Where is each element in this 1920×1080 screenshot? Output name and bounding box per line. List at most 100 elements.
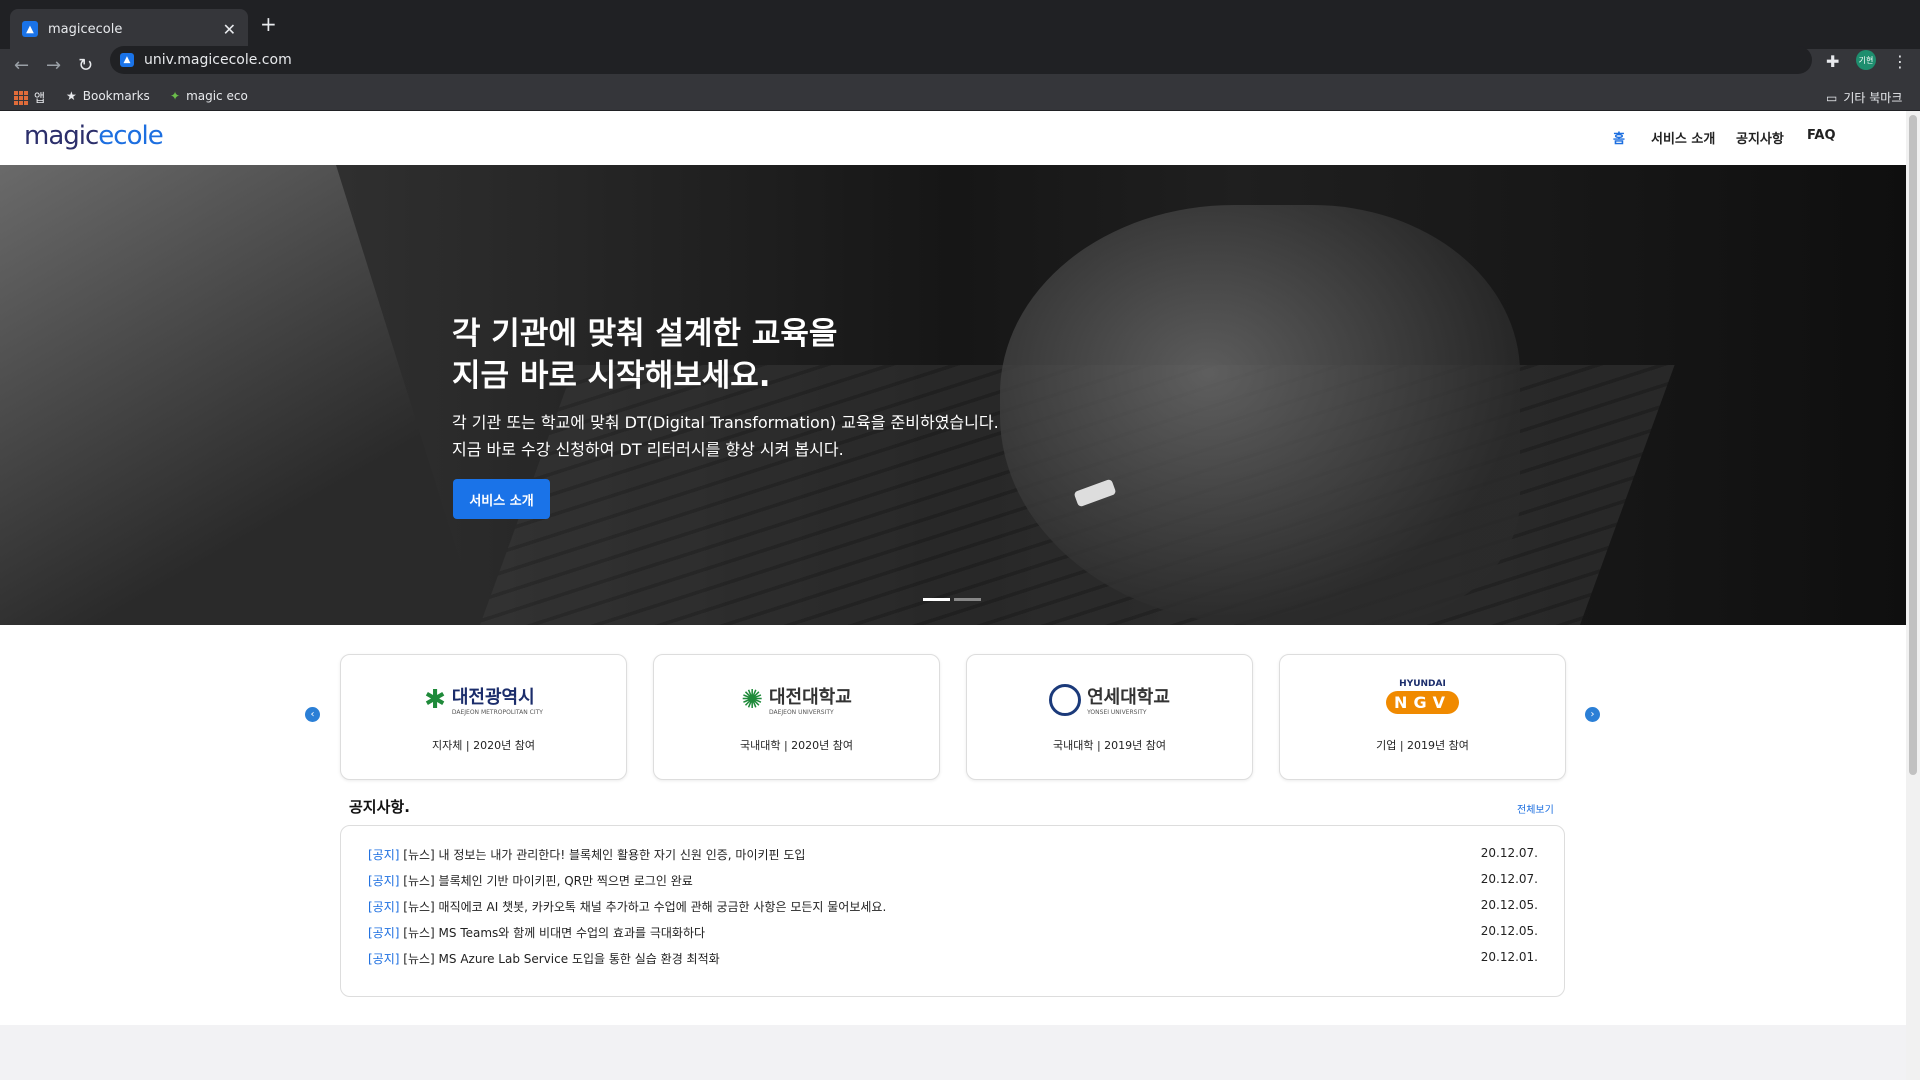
browser-tab[interactable]: ▲ magicecole ✕ xyxy=(10,9,248,49)
partner-caption: 국내대학 | 2019년 참여 xyxy=(1052,739,1167,752)
partners-prev-icon[interactable]: ‹ xyxy=(305,707,320,722)
notice-tag: [공지] xyxy=(368,848,400,862)
bookmark-magic-eco[interactable]: ✦ magic eco xyxy=(170,89,248,103)
hero-desc-line: 각 기관 또는 학교에 맞춰 DT(Digital Transformation… xyxy=(452,413,999,432)
logo-part-1: magic xyxy=(24,121,99,151)
notice-date: 20.12.01. xyxy=(1480,950,1538,964)
hero-banner: 각 기관에 맞춰 설계한 교육을 지금 바로 시작해보세요. 각 기관 또는 학… xyxy=(0,165,1906,625)
partner-logo: 연세대학교 YONSEI UNIVERSITY xyxy=(967,683,1252,716)
hero-desc-line: 지금 바로 수강 신청하여 DT 리터러시를 향상 시켜 봅시다. xyxy=(452,440,844,459)
notice-text: [뉴스] MS Teams와 함께 비대면 수업의 효과를 극대화하다 xyxy=(403,926,706,940)
partner-card[interactable]: ✱ 대전광역시 DAEJEON METROPOLITAN CITY 지자체 | 2… xyxy=(340,654,627,780)
carousel-indicators xyxy=(923,598,981,601)
magic-eco-icon: ✦ xyxy=(170,89,181,103)
daejeon-univ-emblem-icon: ✺ xyxy=(741,684,763,715)
apps-grid-icon xyxy=(14,90,28,105)
browser-tab-bar: ▲ magicecole ✕ + xyxy=(0,0,1920,49)
notice-text: [뉴스] 내 정보는 내가 관리한다! 블록체인 활용한 자기 신원 인증, 마… xyxy=(403,848,806,862)
partners-next-icon[interactable]: › xyxy=(1585,707,1600,722)
reload-icon[interactable]: ↻ xyxy=(78,55,93,76)
hero-title-line: 지금 바로 시작해보세요. xyxy=(452,358,771,394)
partner-card[interactable]: 연세대학교 YONSEI UNIVERSITY 국내대학 | 2019년 참여 xyxy=(966,654,1253,780)
partner-caption: 지자체 | 2020년 참여 xyxy=(432,739,535,752)
bookmark-label: 앱 xyxy=(34,91,46,105)
nav-faq[interactable]: FAQ xyxy=(1807,128,1836,143)
bookmark-label: 기타 북마크 xyxy=(1843,91,1903,105)
notice-see-all-link[interactable]: 전체보기 xyxy=(1517,801,1554,816)
notice-tag: [공지] xyxy=(368,900,400,914)
notice-item[interactable]: [공지] [뉴스] 블록체인 기반 마이키핀, QR만 찍으면 로그인 완료 2… xyxy=(368,872,1538,889)
carousel-dot[interactable] xyxy=(954,598,981,601)
notice-item[interactable]: [공지] [뉴스] MS Azure Lab Service 도입을 통한 실습… xyxy=(368,950,1538,967)
notice-date: 20.12.07. xyxy=(1480,872,1538,886)
notice-section-title: 공지사항. xyxy=(349,798,410,816)
logo-part-2: ecole xyxy=(98,121,163,151)
tab-title: magicecole xyxy=(48,21,123,37)
yonsei-seal-icon xyxy=(1049,683,1082,716)
site-favicon-icon: ▲ xyxy=(22,21,38,37)
notice-item[interactable]: [공지] [뉴스] MS Teams와 함께 비대면 수업의 효과를 극대화하다… xyxy=(368,924,1538,941)
hero-description: 각 기관 또는 학교에 맞춰 DT(Digital Transformation… xyxy=(452,409,999,463)
nav-notice[interactable]: 공지사항 xyxy=(1736,128,1784,147)
tab-close-icon[interactable]: ✕ xyxy=(223,20,236,39)
hero-hand-image xyxy=(1000,205,1520,625)
partner-sub: YONSEI UNIVERSITY xyxy=(1087,709,1147,716)
site-header: magicecole 홈 서비스 소개 공지사항 FAQ xyxy=(0,111,1906,165)
notice-tag: [공지] xyxy=(368,926,400,940)
partner-logo: ✺ 대전대학교 DAEJEON UNIVERSITY xyxy=(654,683,939,717)
address-bar[interactable]: ▲ univ.magicecole.com xyxy=(110,46,1812,74)
site-info-icon[interactable]: ▲ xyxy=(120,53,134,67)
hero-title-line: 각 기관에 맞춰 설계한 교육을 xyxy=(452,316,838,352)
back-arrow-icon[interactable]: ← xyxy=(14,55,29,76)
notice-date: 20.12.05. xyxy=(1480,924,1538,938)
partner-card[interactable]: ✺ 대전대학교 DAEJEON UNIVERSITY 국내대학 | 2020년 참… xyxy=(653,654,940,780)
partner-name: 대전광역시 xyxy=(451,687,535,708)
nav-service[interactable]: 서비스 소개 xyxy=(1651,128,1715,147)
bookmarks-bar: 앱 ★ Bookmarks ✦ magic eco ▭ 기타 북마크 xyxy=(0,85,1920,111)
star-icon: ★ xyxy=(66,89,77,103)
partner-caption: 국내대학 | 2020년 참여 xyxy=(739,739,854,752)
hero-title: 각 기관에 맞춰 설계한 교육을 지금 바로 시작해보세요. xyxy=(452,313,837,397)
url-text: univ.magicecole.com xyxy=(144,52,292,68)
bookmark-apps[interactable]: 앱 xyxy=(14,89,45,106)
hero-laptop-image xyxy=(0,165,480,625)
page-content: magicecole 홈 서비스 소개 공지사항 FAQ 각 기관에 맞춰 설계… xyxy=(0,111,1906,1080)
page-footer xyxy=(0,1025,1906,1080)
folder-icon: ▭ xyxy=(1826,90,1838,105)
carousel-dot-active[interactable] xyxy=(923,598,950,601)
partner-name: NGV xyxy=(1386,691,1459,714)
page-scrollbar[interactable] xyxy=(1906,111,1920,1080)
bookmark-label: Bookmarks xyxy=(82,89,150,103)
forward-arrow-icon[interactable]: → xyxy=(46,55,61,76)
bookmark-other[interactable]: ▭ 기타 북마크 xyxy=(1826,89,1902,106)
partner-name: 대전대학교 xyxy=(768,687,852,708)
partner-name: 연세대학교 xyxy=(1087,687,1170,708)
partner-card[interactable]: HYUNDAI NGV 기업 | 2019년 참여 xyxy=(1279,654,1566,780)
daejeon-city-emblem-icon: ✱ xyxy=(424,684,446,715)
profile-avatar[interactable]: 기현 xyxy=(1856,50,1876,70)
browser-menu-icon[interactable]: ⋮ xyxy=(1892,52,1908,71)
notice-text: [뉴스] 블록체인 기반 마이키핀, QR만 찍으면 로그인 완료 xyxy=(403,874,693,888)
notice-item[interactable]: [공지] [뉴스] 내 정보는 내가 관리한다! 블록체인 활용한 자기 신원 … xyxy=(368,846,1538,863)
partner-logo: ✱ 대전광역시 DAEJEON METROPOLITAN CITY xyxy=(341,683,626,717)
notice-tag: [공지] xyxy=(368,952,400,966)
partner-sub: DAEJEON METROPOLITAN CITY xyxy=(451,709,543,716)
scrollbar-thumb[interactable] xyxy=(1909,115,1917,775)
notice-text: [뉴스] 매직에코 AI 챗봇, 카카오톡 채널 추가하고 수업에 관해 궁금한… xyxy=(403,900,887,914)
partner-sub: HYUNDAI xyxy=(1399,679,1446,689)
hero-service-button[interactable]: 서비스 소개 xyxy=(453,479,550,519)
notice-list: [공지] [뉴스] 내 정보는 내가 관리한다! 블록체인 활용한 자기 신원 … xyxy=(340,825,1565,997)
partner-logo: HYUNDAI NGV xyxy=(1280,679,1565,714)
notice-text: [뉴스] MS Azure Lab Service 도입을 통한 실습 환경 최… xyxy=(403,952,720,966)
notice-item[interactable]: [공지] [뉴스] 매직에코 AI 챗봇, 카카오톡 채널 추가하고 수업에 관… xyxy=(368,898,1538,915)
nav-home[interactable]: 홈 xyxy=(1613,128,1625,147)
bookmark-label: magic eco xyxy=(186,89,248,103)
site-logo[interactable]: magicecole xyxy=(24,121,164,151)
bookmark-bookmarks[interactable]: ★ Bookmarks xyxy=(66,89,150,103)
notice-date: 20.12.05. xyxy=(1480,898,1538,912)
partner-caption: 기업 | 2019년 참여 xyxy=(1376,739,1469,752)
extensions-icon[interactable]: ✚ xyxy=(1826,52,1839,71)
notice-tag: [공지] xyxy=(368,874,400,888)
new-tab-button[interactable]: + xyxy=(260,12,277,36)
notice-date: 20.12.07. xyxy=(1480,846,1538,860)
